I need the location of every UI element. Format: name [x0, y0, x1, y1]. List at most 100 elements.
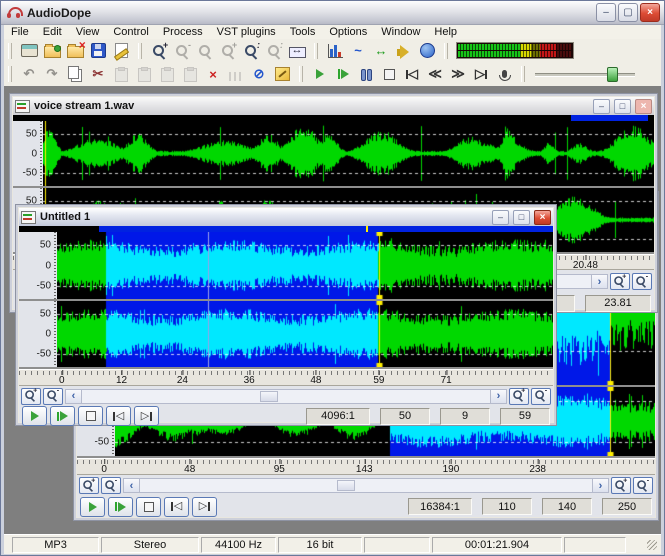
maximize-button[interactable]: □ [614, 99, 631, 114]
zoom-out-button[interactable]: - [633, 477, 653, 494]
fit-to-window-icon[interactable] [286, 41, 308, 61]
go-end-button[interactable]: ▷ [192, 497, 217, 517]
menu-vst-plugins[interactable]: VST plugins [210, 26, 283, 38]
go-start-button[interactable]: ◁ [106, 406, 131, 426]
play-icon[interactable] [309, 64, 331, 84]
volume-slider[interactable] [535, 66, 635, 82]
online-help-icon[interactable] [416, 41, 438, 61]
edit-marker-icon[interactable] [271, 64, 293, 84]
toolbar-grip[interactable] [314, 43, 318, 59]
new-edit-icon[interactable] [110, 41, 132, 61]
menu-window[interactable]: Window [374, 26, 427, 38]
play-button[interactable] [22, 406, 47, 426]
horizontal-scrollbar[interactable]: ‹ › [123, 478, 609, 493]
resize-grip[interactable] [647, 540, 657, 550]
play-selection-icon[interactable] [332, 64, 354, 84]
rewind-icon[interactable]: ≪ [424, 64, 446, 84]
zoom-out-button[interactable]: - [632, 273, 652, 290]
pause-icon[interactable] [355, 64, 377, 84]
redo-icon[interactable]: ↷ [41, 64, 63, 84]
cut-icon[interactable]: ✂ [87, 64, 109, 84]
time-stretch-icon[interactable]: ↔ [370, 41, 392, 61]
zoom-out-button[interactable]: - [531, 388, 551, 405]
volume-slider-thumb[interactable] [607, 67, 618, 82]
close-button[interactable]: × [635, 99, 652, 114]
scrollbar-thumb[interactable] [260, 391, 278, 402]
forward-icon[interactable]: ≫ [447, 64, 469, 84]
zoom-vertical-out-button[interactable]: - [101, 477, 121, 494]
toolbar-grip[interactable] [8, 43, 12, 59]
copy-icon[interactable] [64, 64, 86, 84]
toolbar-grip[interactable] [444, 43, 448, 59]
menu-tools[interactable]: Tools [283, 26, 323, 38]
menu-edit[interactable]: Edit [36, 26, 69, 38]
scrollbar-thumb[interactable] [337, 480, 355, 491]
open-audio-device-icon[interactable] [18, 41, 40, 61]
menu-help[interactable]: Help [427, 26, 464, 38]
minimize-button[interactable]: – [596, 3, 616, 22]
stop-icon[interactable] [378, 64, 400, 84]
zoom-in-icon[interactable]: + [148, 41, 170, 61]
play-selection-button[interactable] [108, 497, 133, 517]
menu-view[interactable]: View [69, 26, 107, 38]
delete-icon[interactable]: × [202, 64, 224, 84]
zoom-previous-icon[interactable] [194, 41, 216, 61]
window-untitled[interactable]: Untitled 1 – □ × 500-50 500-50 01224 [15, 204, 557, 426]
play-selection-button[interactable] [50, 406, 75, 426]
zoom-vertical-in-button[interactable]: + [21, 388, 41, 405]
paste-mix-icon[interactable] [156, 64, 178, 84]
stop-button[interactable] [136, 497, 161, 517]
open-file-icon[interactable] [41, 41, 63, 61]
save-file-icon[interactable] [87, 41, 109, 61]
stop-button[interactable] [78, 406, 103, 426]
maximize-button[interactable]: ▢ [618, 3, 638, 22]
cancel-icon[interactable]: ⊘ [248, 64, 270, 84]
scroll-left-arrow[interactable]: ‹ [124, 479, 140, 492]
window-voice-titlebar[interactable]: voice stream 1.wav – □ × [13, 97, 654, 115]
zoom-vertical-in-button[interactable]: + [79, 477, 99, 494]
scroll-right-arrow[interactable]: › [591, 275, 607, 288]
zoom-vertical-out-button[interactable]: - [43, 388, 63, 405]
waveform-channel-left[interactable] [43, 121, 654, 186]
go-start-icon[interactable]: ◁ [401, 64, 423, 84]
minimize-button[interactable]: – [492, 210, 509, 225]
undo-icon[interactable]: ↶ [18, 64, 40, 84]
app-titlebar[interactable]: AudioDope – ▢ × [1, 1, 664, 25]
scroll-right-arrow[interactable]: › [490, 390, 506, 403]
toolbar-grip[interactable] [138, 43, 142, 59]
zoom-in-button[interactable]: + [611, 477, 631, 494]
zoom-in-button[interactable]: + [509, 388, 529, 405]
zoom-vertical-icon[interactable]: : [263, 41, 285, 61]
silence-icon[interactable] [225, 64, 247, 84]
speaker-icon[interactable] [393, 41, 415, 61]
zoom-horizontal-icon[interactable]: : [240, 41, 262, 61]
waveform-channel-right[interactable] [57, 301, 553, 367]
menu-options[interactable]: Options [322, 26, 374, 38]
scroll-left-arrow[interactable]: ‹ [66, 390, 82, 403]
zoom-selection-icon[interactable]: + [217, 41, 239, 61]
paste-icon[interactable] [110, 64, 132, 84]
menu-file[interactable]: File [4, 26, 36, 38]
go-start-button[interactable]: ◁ [164, 497, 189, 517]
scroll-right-arrow[interactable]: › [592, 479, 608, 492]
toolbar-grip[interactable] [8, 66, 12, 82]
play-button[interactable] [80, 497, 105, 517]
minimize-button[interactable]: – [593, 99, 610, 114]
toolbar-grip[interactable] [521, 66, 525, 82]
menu-control[interactable]: Control [106, 26, 155, 38]
statistics-icon[interactable] [324, 41, 346, 61]
waveform-channel-left[interactable] [57, 232, 553, 299]
go-end-button[interactable]: ▷ [134, 406, 159, 426]
zoom-in-button[interactable]: + [610, 273, 630, 290]
oscillator-icon[interactable]: ~ [347, 41, 369, 61]
paste-new-icon[interactable] [133, 64, 155, 84]
menu-process[interactable]: Process [156, 26, 210, 38]
horizontal-scrollbar[interactable]: ‹ › [65, 389, 507, 404]
maximize-button[interactable]: □ [513, 210, 530, 225]
close-file-icon[interactable] [64, 41, 86, 61]
window-untitled-titlebar[interactable]: Untitled 1 – □ × [19, 208, 553, 226]
toolbar-grip[interactable] [299, 66, 303, 82]
record-mic-icon[interactable] [493, 64, 515, 84]
zoom-out-icon[interactable]: - [171, 41, 193, 61]
close-button[interactable]: × [640, 3, 660, 22]
